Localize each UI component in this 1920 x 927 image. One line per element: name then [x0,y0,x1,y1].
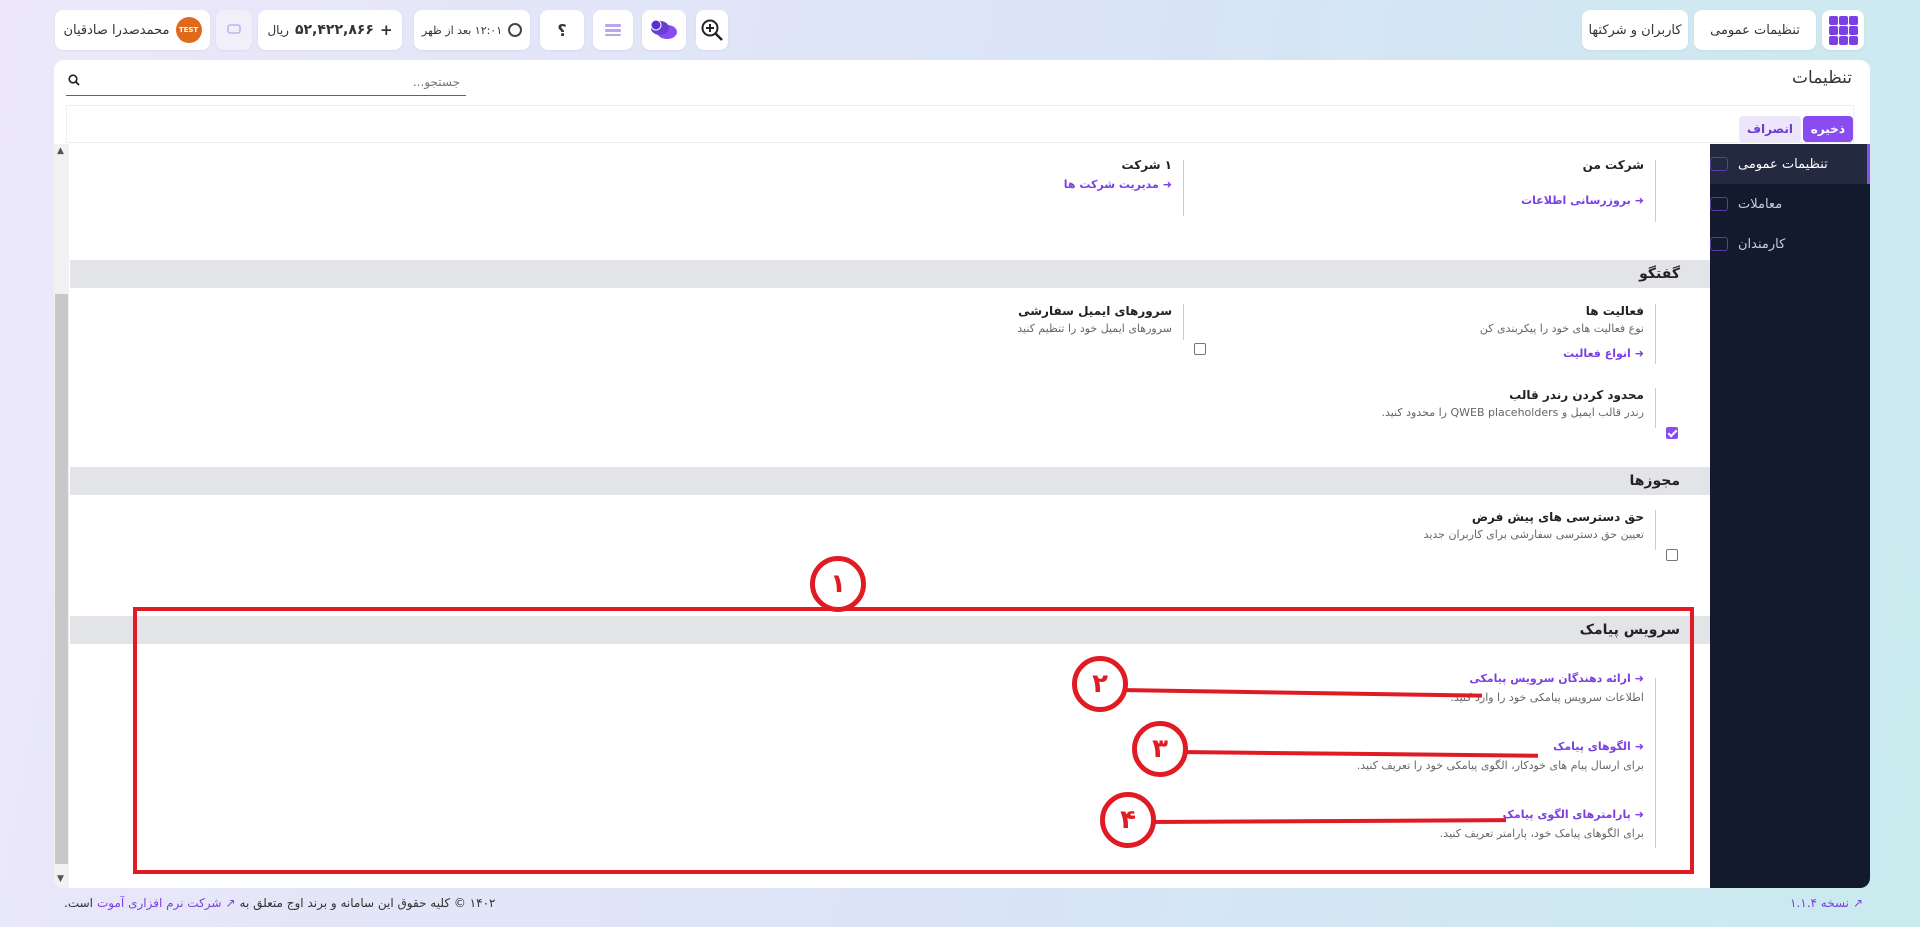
chat-toggle-button[interactable] [216,10,252,50]
arrow-icon: ➜ [1634,347,1644,360]
divider [1655,510,1656,550]
sidebar-item-label: تنظیمات عمومی [1738,156,1828,172]
external-link-icon: ↗ [1853,896,1864,910]
default-access-setting: حق دسترسی های پیش فرض تعیین حق دسترسی سف… [1144,510,1644,541]
clock-icon [508,23,523,37]
scrollbar[interactable]: ▲ ▼ [54,144,69,888]
time-text: ۱۲:۰۱ بعد از ظهر [421,23,503,37]
divider [1183,160,1184,216]
search-icon[interactable] [68,74,80,86]
scroll-up-icon[interactable]: ▲ [57,146,64,156]
activity-types-link[interactable]: ➜ انواع فعالیت [1244,347,1644,360]
copyright-suffix: است. [64,896,93,910]
annotation-marker-1: ۱ [810,556,866,612]
company-link[interactable]: شرکت نرم افزاری آموت [97,896,221,910]
gear-icon [1710,157,1728,171]
activities-title: فعالیت ها [1585,304,1644,318]
user-name: محمدصدرا صادقیان [63,22,170,38]
divider [1655,388,1656,428]
restrict-render-checkbox[interactable] [1666,427,1678,439]
update-info-label: بروزرسانی اطلاعات [1521,194,1631,207]
action-bar: ذخیره انصراف [66,105,1854,143]
my-company-setting: شرکت من ➜ بروزرسانی اطلاعات [1284,158,1644,207]
plus-icon: + [379,21,393,39]
search-box [66,68,466,96]
email-servers-setting: سرورهای ایمیل سفارشی سرورهای ایمیل خود ر… [772,304,1172,335]
sidebar-item-employees[interactable]: کارمندان [1710,224,1870,264]
general-settings-button[interactable]: تنظیمات عمومی [1694,10,1816,50]
users-icon [1710,237,1728,251]
activity-button[interactable] [593,10,633,50]
sidebar-item-deals[interactable]: معاملات [1710,184,1870,224]
money-icon [1710,197,1728,211]
section-title: گفتگو [1639,266,1680,282]
sidebar-item-label: کارمندان [1738,236,1786,252]
divider [1183,304,1184,340]
wallet-balance[interactable]: + ۵۲,۴۲۲,۸۶۶ ریال [258,10,402,50]
user-menu[interactable]: محمدصدرا صادقیان TEST [55,10,210,50]
email-servers-title: سرورهای ایمیل سفارشی [1018,304,1172,318]
settings-sidebar: تنظیمات عمومی معاملات کارمندان [1710,144,1870,888]
divider [1655,160,1656,222]
version-link[interactable]: ↗ نسخه ۱.۱.۴ [1790,896,1863,910]
arrow-icon: ➜ [1634,194,1644,207]
activities-desc: نوع فعالیت های خود را پیکربندی کن [1479,322,1644,335]
email-servers-checkbox[interactable] [1194,343,1206,355]
external-link-icon: ↗ [225,896,236,910]
activity-types-label: انواع فعالیت [1563,347,1631,360]
companies-setting: ۱ شرکت ➜ مدیریت شرکت ها [812,158,1172,191]
cancel-button[interactable]: انصراف [1739,116,1801,142]
apps-menu-button[interactable] [1822,10,1864,50]
zoom-button[interactable] [696,10,728,50]
divider [1655,304,1656,364]
list-icon [605,24,621,36]
footer: ↗ نسخه ۱.۱.۴ ۱۴۰۲ © کلیه حقوق این سامانه … [0,896,1920,916]
scroll-thumb[interactable] [55,294,68,864]
sidebar-item-label: معاملات [1738,196,1783,212]
top-bar: تنظیمات عمومی کاربران و شرکتها محمدصدرا … [0,0,1920,58]
manage-companies-link[interactable]: ➜ مدیریت شرکت ها [812,178,1172,191]
update-info-link[interactable]: ➜ بروزرسانی اطلاعات [1284,194,1644,207]
clock-display: ۱۲:۰۱ بعد از ظهر [414,10,530,50]
annotation-marker-3: ۳ [1132,721,1188,777]
save-button[interactable]: ذخیره [1802,116,1853,142]
messages-button[interactable] [642,10,686,50]
restrict-render-setting: محدود کردن رندر قالب رندر قالب ایمیل و Q… [1144,388,1644,419]
annotation-marker-4: ۴ [1100,792,1156,848]
section-title: مجوزها [1629,473,1680,489]
grid-icon [1828,15,1838,25]
copyright-label: ۱۴۰۲ © کلیه حقوق این سامانه و برند اوج م… [239,896,496,910]
sidebar-item-general[interactable]: تنظیمات عمومی [1710,144,1870,184]
email-servers-desc: سرورهای ایمیل خود را تنظیم کنید [1017,322,1172,335]
manage-companies-label: مدیریت شرکت ها [1063,178,1159,191]
restrict-render-desc: رندر قالب ایمیل و QWEB placeholders را م… [1381,406,1644,419]
scroll-down-icon[interactable]: ▼ [57,874,64,884]
annotation-marker-2: ۲ [1072,656,1128,712]
page-title: تنظیمات [1792,68,1852,88]
activities-setting: فعالیت ها نوع فعالیت های خود را پیکربندی… [1244,304,1644,360]
restrict-render-title: محدود کردن رندر قالب [1509,388,1644,402]
my-company-title: شرکت من [1582,158,1644,172]
annotation-highlight-box [133,607,1694,874]
section-discussion: گفتگو [70,260,1710,288]
version-label: نسخه ۱.۱.۴ [1790,896,1850,910]
arrow-icon: ➜ [1162,178,1172,191]
help-button[interactable]: ؟ [540,10,584,50]
search-input[interactable] [66,68,466,95]
copyright-text: ۱۴۰۲ © کلیه حقوق این سامانه و برند اوج م… [64,896,495,910]
currency-label: ریال [267,23,289,37]
users-companies-button[interactable]: کاربران و شرکتها [1582,10,1688,50]
default-access-checkbox[interactable] [1666,549,1678,561]
balance-value: ۵۲,۴۲۲,۸۶۶ [294,22,374,38]
company-count: ۱ شرکت [1121,158,1172,172]
default-access-title: حق دسترسی های پیش فرض [1471,510,1644,524]
zoom-in-icon [701,19,723,41]
chat-icon [227,24,241,34]
section-permissions: مجوزها [70,467,1710,495]
test-badge: TEST [175,17,202,43]
default-access-desc: تعیین حق دسترسی سفارشی برای کاربران جدید [1423,528,1644,541]
messages-icon [650,19,677,39]
